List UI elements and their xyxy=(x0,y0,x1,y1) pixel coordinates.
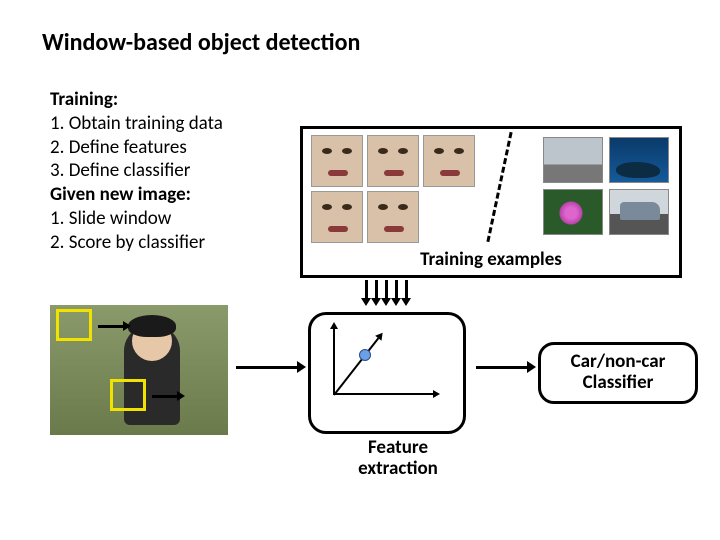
slide-arrow-icon xyxy=(98,325,124,328)
input-image xyxy=(50,305,228,435)
car-example xyxy=(609,189,669,235)
face-example xyxy=(311,191,363,243)
classifier-box: Car/non-carClassifier xyxy=(538,342,698,404)
slide-arrow-icon xyxy=(152,395,178,398)
face-example xyxy=(367,135,419,187)
training-step-3: 3. Define classifier xyxy=(50,159,223,183)
slide-title: Window-based object detection xyxy=(42,28,360,57)
arrow-icon xyxy=(236,366,298,369)
whale-example xyxy=(609,137,669,183)
feature-extraction-label: Featureextraction xyxy=(338,438,458,480)
training-examples-label: Training examples xyxy=(303,248,679,271)
sliding-window xyxy=(56,309,92,341)
training-heading: Training: xyxy=(50,88,223,112)
divider-dashed xyxy=(486,132,512,242)
feature-extraction-box xyxy=(308,312,466,434)
sliding-window xyxy=(110,379,146,411)
training-step-2: 2. Define features xyxy=(50,136,223,160)
given-step-1: 1. Slide window xyxy=(50,207,223,231)
data-point-icon xyxy=(359,349,371,361)
given-heading: Given new image: xyxy=(50,183,223,207)
face-example xyxy=(311,135,363,187)
feature-space-plot xyxy=(333,321,443,395)
given-step-2: 2. Score by classifier xyxy=(50,231,223,255)
arrow-icon xyxy=(476,366,528,369)
face-example xyxy=(367,191,419,243)
training-examples-box: Training examples xyxy=(300,126,682,278)
bullet-text: Training: 1. Obtain training data 2. Def… xyxy=(50,88,223,254)
training-step-1: 1. Obtain training data xyxy=(50,112,223,136)
negative-examples xyxy=(543,137,669,235)
car-example xyxy=(543,137,603,183)
flower-example xyxy=(543,189,603,235)
face-example xyxy=(423,135,475,187)
positive-examples xyxy=(311,135,475,243)
